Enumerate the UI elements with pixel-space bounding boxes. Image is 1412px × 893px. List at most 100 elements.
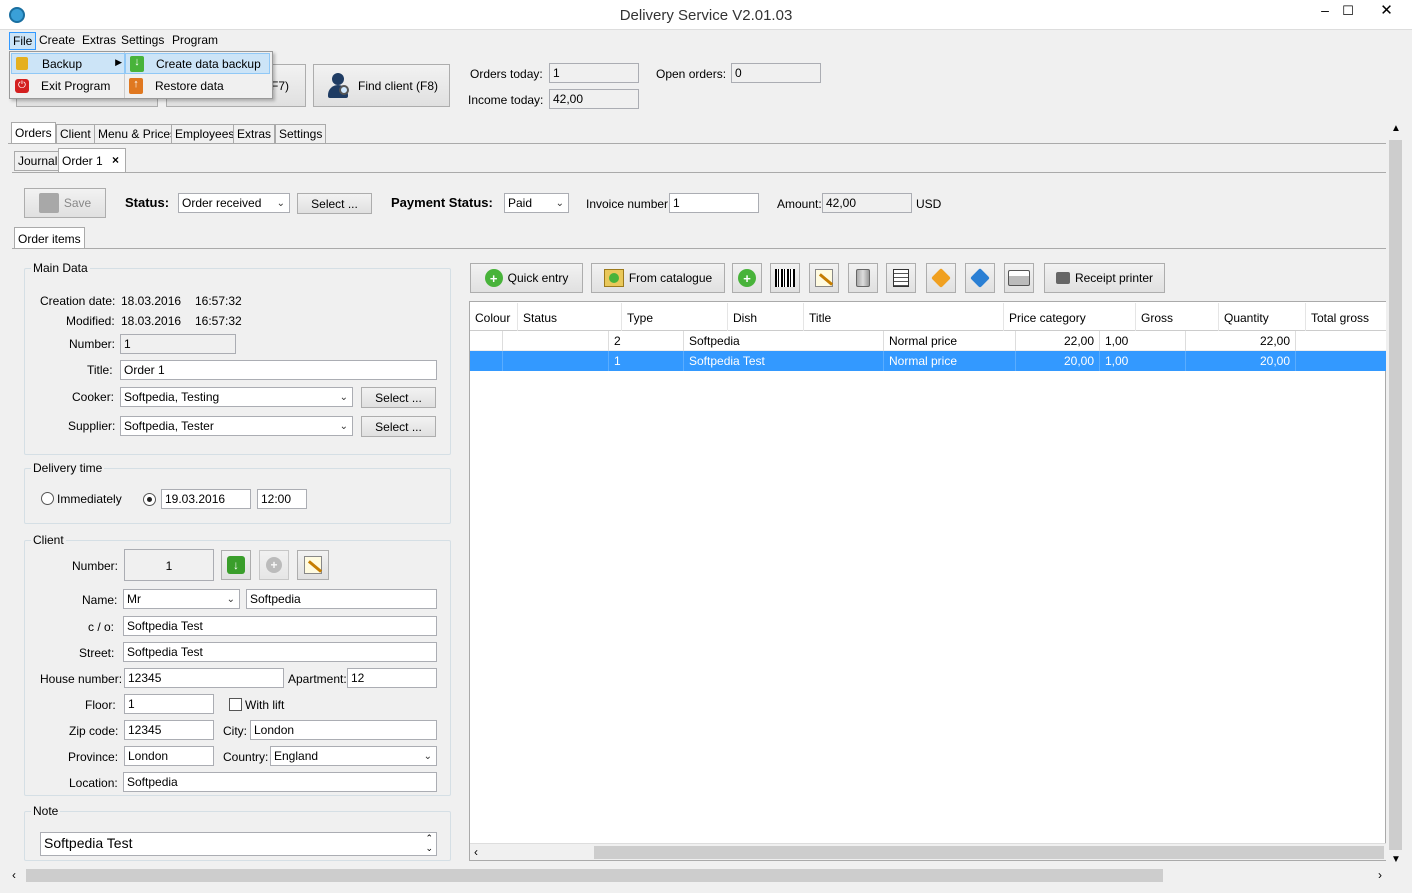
column-status[interactable]: Status	[518, 303, 622, 331]
note-field[interactable]: Softpedia Test ⌃ ⌄	[40, 832, 437, 856]
tab-extras[interactable]: Extras	[233, 124, 276, 144]
page-h-scrollbar[interactable]: ‹ ›	[8, 867, 1388, 884]
edit-icon	[815, 269, 834, 287]
close-button[interactable]: ✕	[1364, 0, 1409, 22]
column-dish[interactable]: Dish	[728, 303, 804, 331]
add-item-button[interactable]: +	[732, 263, 762, 293]
menu-extras[interactable]: Extras	[82, 33, 116, 47]
delivery-date-field[interactable]: 19.03.2016	[161, 489, 251, 509]
scroll-down-icon[interactable]: ▼	[1391, 854, 1401, 865]
street-field[interactable]: Softpedia Test	[123, 642, 437, 662]
window-title: Delivery Service V2.01.03	[619, 7, 793, 24]
table-h-scroll-thumb[interactable]	[594, 846, 1384, 859]
delivery-time-field[interactable]: 12:00	[257, 489, 307, 509]
column-price-category[interactable]: Price category	[1004, 303, 1136, 331]
scroll-right-icon[interactable]: ›	[1378, 868, 1382, 882]
table-row-selected[interactable]: 1 Softpedia Test Normal price 20,00 1,00…	[470, 351, 1386, 371]
menu-settings[interactable]: Settings	[121, 33, 164, 47]
column-colour[interactable]: Colour	[470, 303, 518, 331]
client-name-field[interactable]: Softpedia	[246, 589, 437, 609]
menu-file[interactable]: File	[9, 32, 37, 50]
page-h-scroll-thumb[interactable]	[26, 869, 1163, 882]
edit-item-button[interactable]	[809, 263, 839, 293]
apartment-label: Apartment:	[288, 672, 347, 686]
label-button[interactable]	[965, 263, 995, 293]
city-field[interactable]: London	[250, 720, 437, 740]
table-row[interactable]: 2 Softpedia Normal price 22,00 1,00 22,0…	[470, 331, 1386, 351]
page-v-scroll-thumb[interactable]	[1389, 140, 1402, 850]
scroll-up-icon[interactable]: ▲	[1391, 123, 1401, 134]
client-load-button[interactable]: ↓	[221, 550, 251, 580]
column-gross[interactable]: Gross	[1136, 303, 1219, 331]
note-value: Softpedia Test	[44, 835, 133, 851]
immediately-radio[interactable]	[41, 492, 54, 505]
tab-order-items[interactable]: Order items	[14, 227, 85, 249]
client-add-button[interactable]: +	[259, 550, 289, 580]
order-title-field[interactable]: Order 1	[120, 360, 437, 380]
barcode-icon	[775, 269, 795, 287]
find-client-button[interactable]: Find client (F8)	[313, 64, 450, 107]
status-label: Status:	[125, 195, 170, 210]
page-v-scrollbar[interactable]: ▲ ▼	[1387, 122, 1404, 867]
receipt-printer-button[interactable]: Receipt printer	[1044, 263, 1165, 293]
menu-item-restore[interactable]: ↑ Restore data	[125, 76, 270, 97]
quick-entry-button[interactable]: + Quick entry	[470, 263, 583, 293]
find-client-label: Find client (F8)	[357, 78, 439, 93]
status-dropdown[interactable]: Order received ⌄	[178, 193, 290, 213]
province-field[interactable]: London	[124, 746, 214, 766]
chevron-down-icon: ⌄	[276, 198, 285, 209]
supplier-select-button[interactable]: Select ...	[361, 416, 436, 437]
tab-settings[interactable]: Settings	[275, 124, 327, 144]
location-field[interactable]: Softpedia	[123, 772, 437, 792]
scroll-left-icon[interactable]: ‹	[474, 845, 478, 859]
order-number-field: 1	[120, 334, 236, 354]
scroll-left-icon[interactable]: ‹	[12, 868, 16, 882]
print-button[interactable]	[1004, 263, 1034, 293]
discount-button[interactable]	[926, 263, 956, 293]
from-catalogue-button[interactable]: From catalogue	[591, 263, 725, 293]
menu-item-backup[interactable]: Backup ▶	[11, 53, 125, 74]
tab-orders[interactable]: Orders	[11, 122, 56, 144]
co-field[interactable]: Softpedia Test	[123, 616, 437, 636]
payment-status-dropdown[interactable]: Paid ⌄	[504, 193, 569, 213]
maximize-button[interactable]: ☐	[1333, 0, 1363, 24]
menu-item-create-backup[interactable]: ↓ Create data backup	[125, 53, 270, 74]
column-type[interactable]: Type	[622, 303, 728, 331]
with-lift-checkbox[interactable]	[229, 698, 242, 711]
column-title[interactable]: Title	[804, 303, 1004, 331]
salutation-dropdown[interactable]: Mr ⌄	[123, 589, 240, 609]
close-tab-icon[interactable]: ×	[112, 153, 119, 167]
status-select-button[interactable]: Select ...	[297, 193, 372, 214]
cooker-value: Softpedia, Testing	[124, 390, 220, 404]
menu-program[interactable]: Program	[172, 33, 218, 47]
trash-icon	[856, 269, 870, 287]
column-total-gross[interactable]: Total gross	[1306, 303, 1386, 331]
status-select-label: Select ...	[311, 196, 358, 211]
tab-order-1[interactable]: Order 1 ×	[58, 148, 126, 173]
house-number-field[interactable]: 12345	[124, 668, 284, 688]
supplier-dropdown[interactable]: Softpedia, Tester ⌄	[120, 416, 353, 436]
client-edit-button[interactable]	[297, 550, 329, 580]
calculator-button[interactable]	[886, 263, 916, 293]
tab-journal[interactable]: Journal	[14, 151, 62, 171]
cooker-dropdown[interactable]: Softpedia, Testing ⌄	[120, 387, 353, 407]
barcode-button[interactable]	[770, 263, 800, 293]
tab-client[interactable]: Client	[56, 124, 95, 144]
table-h-scrollbar[interactable]: ‹	[470, 843, 1386, 860]
country-dropdown[interactable]: England ⌄	[270, 746, 437, 766]
invoice-number-field[interactable]: 1	[669, 193, 759, 213]
save-button[interactable]: Save	[24, 188, 106, 218]
zip-field[interactable]: 12345	[124, 720, 214, 740]
menu-create[interactable]: Create	[39, 33, 75, 47]
tab-employees[interactable]: Employees	[171, 124, 239, 144]
cooker-select-button[interactable]: Select ...	[361, 387, 436, 408]
column-quantity[interactable]: Quantity	[1219, 303, 1306, 331]
receipt-printer-icon	[1055, 272, 1070, 284]
tab-menu-prices[interactable]: Menu & Prices	[94, 124, 181, 144]
apartment-field[interactable]: 12	[347, 668, 437, 688]
scheduled-radio[interactable]	[143, 493, 156, 506]
printer-icon	[1008, 270, 1030, 286]
menu-item-exit[interactable]: ⏻ Exit Program	[11, 76, 125, 97]
delete-item-button[interactable]	[848, 263, 878, 293]
floor-field[interactable]: 1	[124, 694, 214, 714]
